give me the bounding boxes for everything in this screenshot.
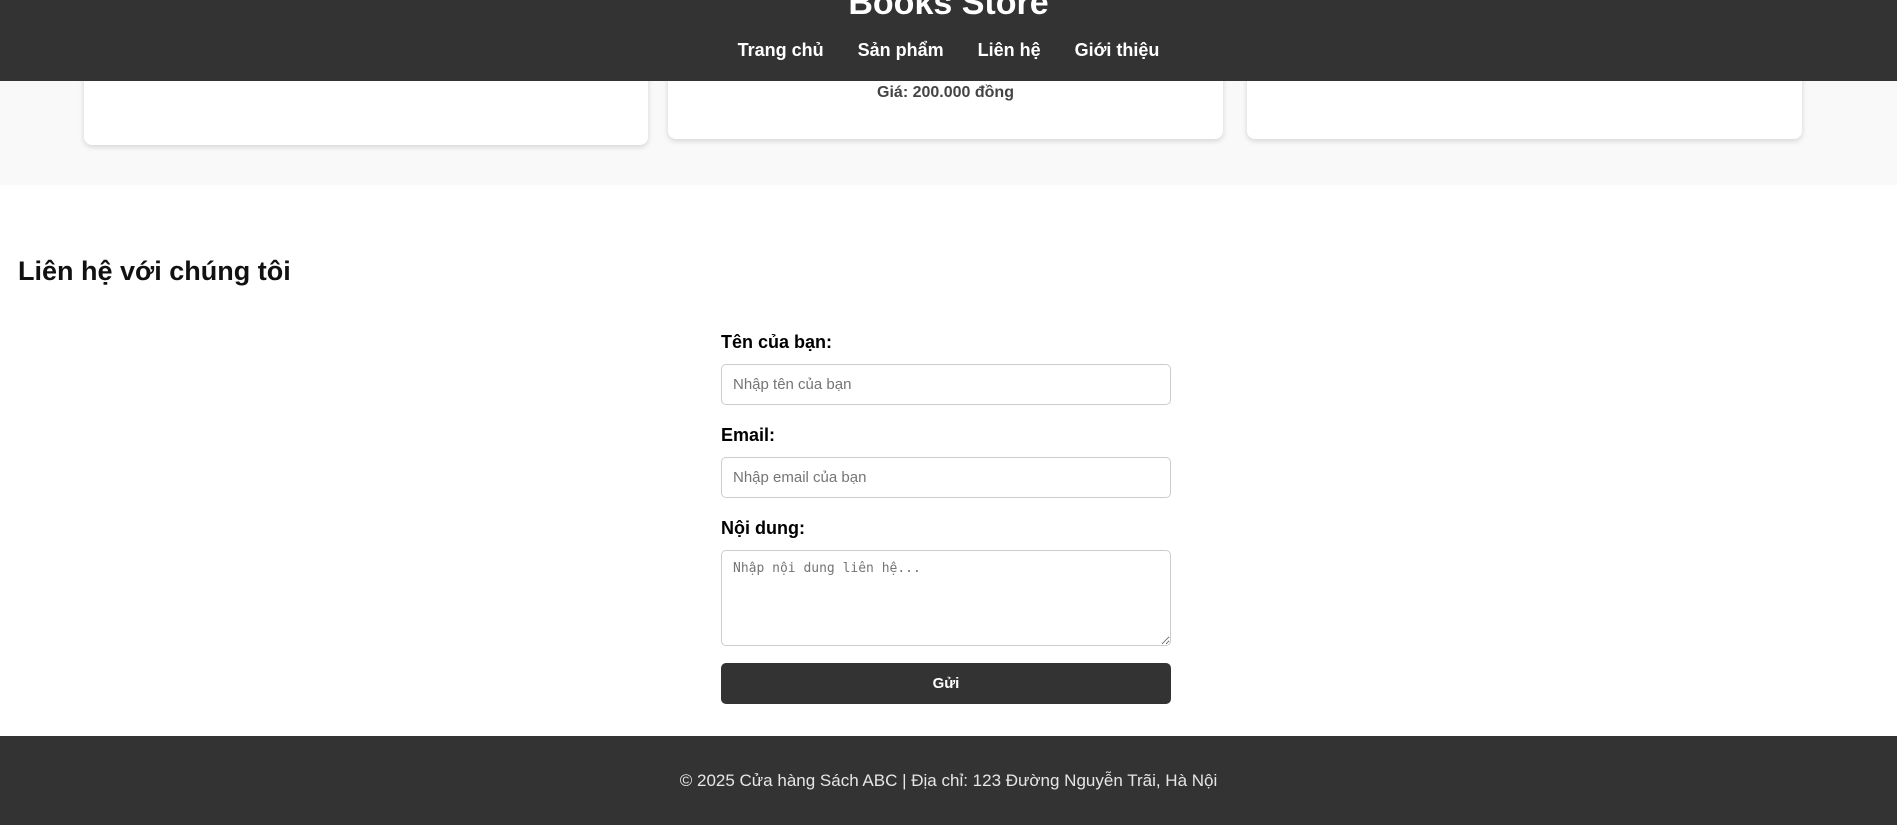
contact-form: Tên của bạn: Email: Nội dung: Gửi	[721, 330, 1171, 704]
site-footer: © 2025 Cửa hàng Sách ABC | Địa chỉ: 123 …	[0, 736, 1897, 825]
message-textarea[interactable]	[721, 550, 1171, 646]
nav-link-contact[interactable]: Liên hệ	[978, 39, 1041, 61]
nav-link-products[interactable]: Sản phẩm	[858, 39, 944, 61]
footer-text: © 2025 Cửa hàng Sách ABC | Địa chỉ: 123 …	[679, 771, 1218, 790]
contact-title: Liên hệ với chúng tôi	[18, 256, 291, 286]
name-label: Tên của bạn:	[721, 332, 833, 352]
email-label: Email:	[721, 425, 776, 445]
main-nav: Trang chủ Sản phẩm Liên hệ Giới thiệu	[0, 39, 1897, 61]
product-price: Giá: 200.000 đồng	[877, 84, 1014, 101]
site-title: Books Store	[848, 0, 1049, 22]
nav-link-about[interactable]: Giới thiệu	[1075, 39, 1160, 61]
email-input[interactable]	[721, 457, 1171, 498]
message-label: Nội dung:	[721, 518, 805, 538]
site-header: Books Store Trang chủ Sản phẩm Liên hệ G…	[0, 0, 1897, 81]
name-input[interactable]	[721, 364, 1171, 405]
submit-button[interactable]: Gửi	[721, 663, 1171, 704]
nav-link-home[interactable]: Trang chủ	[738, 39, 824, 61]
